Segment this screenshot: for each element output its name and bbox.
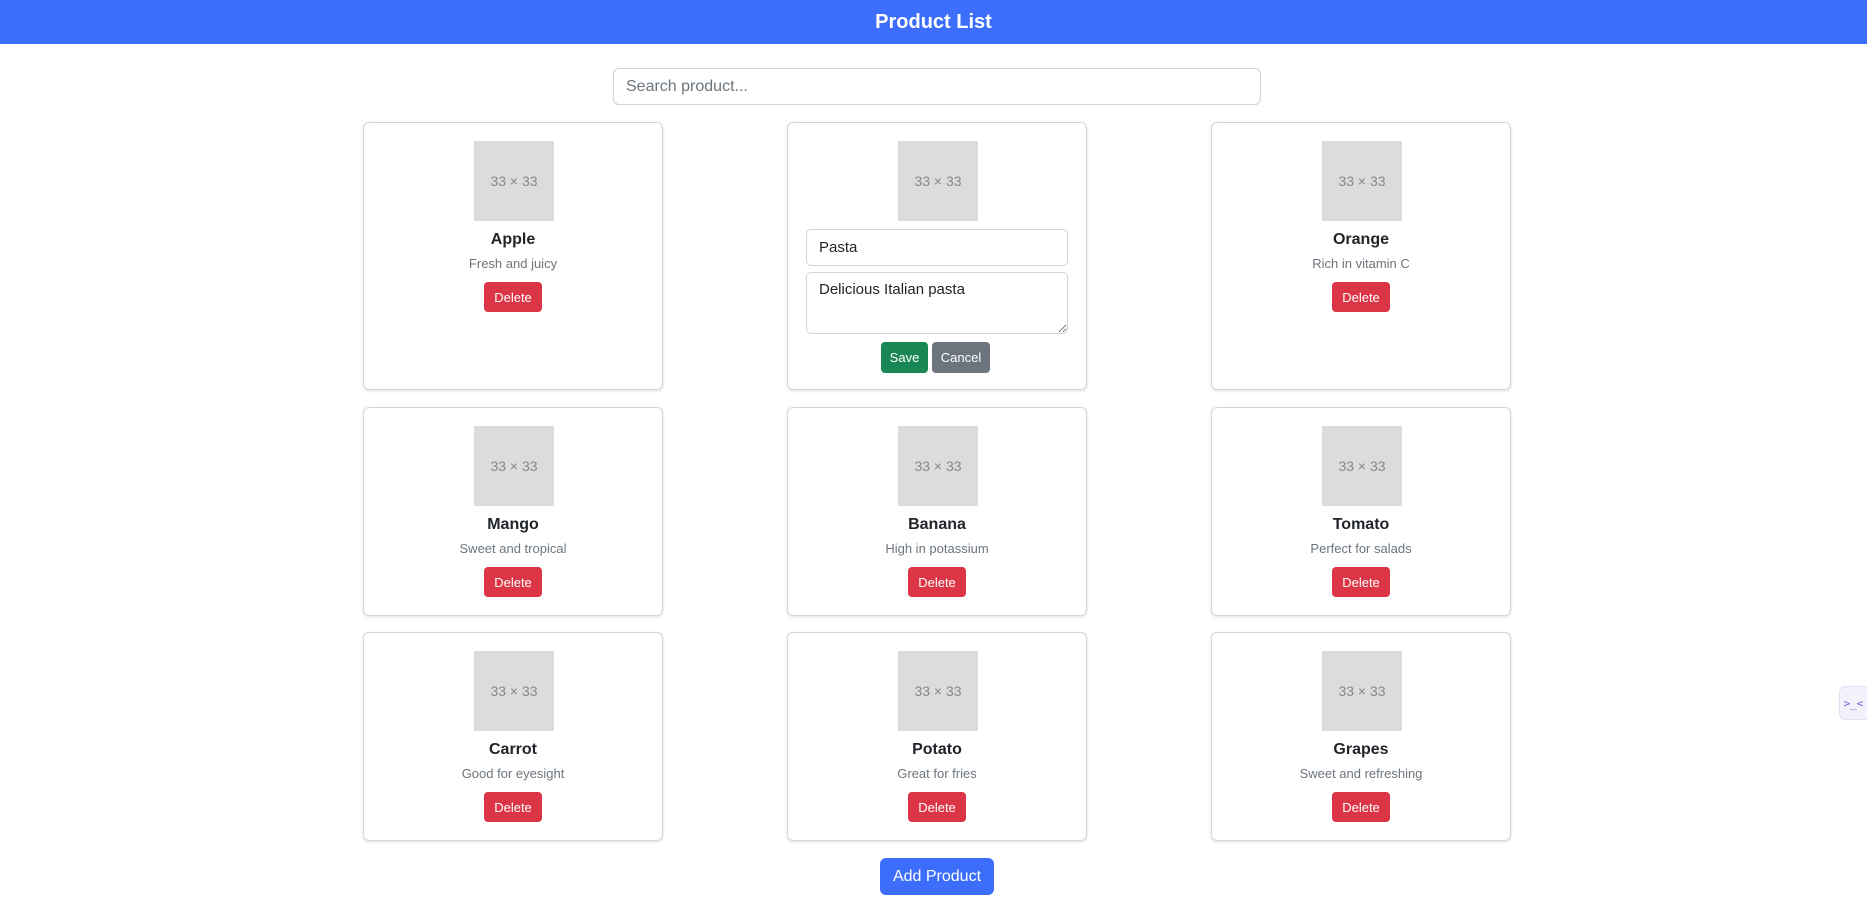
product-description-textarea[interactable]: Delicious Italian pasta xyxy=(806,272,1068,334)
delete-button[interactable]: Delete xyxy=(484,282,542,312)
product-card: 33 × 33 Apple Fresh and juicy Delete xyxy=(363,122,663,390)
page-title: Product List xyxy=(875,10,992,33)
product-image-placeholder: 33 × 33 xyxy=(1322,651,1402,731)
product-card: 33 × 33 Orange Rich in vitamin C Delete xyxy=(1211,122,1511,390)
product-image-placeholder: 33 × 33 xyxy=(898,141,978,221)
delete-button[interactable]: Delete xyxy=(1332,282,1390,312)
product-card: 33 × 33 Banana High in potassium Delete xyxy=(787,407,1087,616)
product-description: Good for eyesight xyxy=(461,766,565,781)
product-description: Rich in vitamin C xyxy=(1312,256,1410,271)
product-name: Orange xyxy=(1332,231,1389,248)
product-card: 33 × 33 Tomato Perfect for salads Delete xyxy=(1211,407,1511,616)
product-card-editing: 33 × 33 Delicious Italian pasta Save Can… xyxy=(787,122,1087,390)
product-name: Tomato xyxy=(1332,516,1390,533)
product-description: High in potassium xyxy=(885,541,989,556)
product-card: 33 × 33 Grapes Sweet and refreshing Dele… xyxy=(1211,632,1511,841)
product-description: Fresh and juicy xyxy=(468,256,558,271)
product-card: 33 × 33 Potato Great for fries Delete xyxy=(787,632,1087,841)
product-name: Apple xyxy=(490,231,536,248)
delete-button[interactable]: Delete xyxy=(1332,567,1390,597)
cancel-button[interactable]: Cancel xyxy=(932,342,990,373)
product-image-placeholder: 33 × 33 xyxy=(474,141,554,221)
product-image-placeholder: 33 × 33 xyxy=(898,651,978,731)
product-image-placeholder: 33 × 33 xyxy=(1322,426,1402,506)
product-image-placeholder: 33 × 33 xyxy=(474,651,554,731)
add-product-button[interactable]: Add Product xyxy=(880,858,994,895)
search-input[interactable] xyxy=(613,68,1261,105)
product-name-input[interactable] xyxy=(806,229,1068,266)
save-button[interactable]: Save xyxy=(881,342,928,373)
terminal-icon[interactable]: >_< xyxy=(1839,686,1867,720)
product-card: 33 × 33 Mango Sweet and tropical Delete xyxy=(363,407,663,616)
product-description: Perfect for salads xyxy=(1310,541,1412,556)
product-description: Sweet and refreshing xyxy=(1299,766,1423,781)
product-card: 33 × 33 Carrot Good for eyesight Delete xyxy=(363,632,663,841)
delete-button[interactable]: Delete xyxy=(484,792,542,822)
product-description: Sweet and tropical xyxy=(459,541,567,556)
delete-button[interactable]: Delete xyxy=(1332,792,1390,822)
product-description: Great for fries xyxy=(897,766,977,781)
product-name: Carrot xyxy=(488,741,537,758)
product-name: Banana xyxy=(908,516,966,533)
product-image-placeholder: 33 × 33 xyxy=(1322,141,1402,221)
delete-button[interactable]: Delete xyxy=(484,567,542,597)
delete-button[interactable]: Delete xyxy=(908,567,966,597)
app-header: Product List xyxy=(0,0,1867,44)
product-name: Potato xyxy=(912,741,962,758)
product-image-placeholder: 33 × 33 xyxy=(898,426,978,506)
product-name: Mango xyxy=(487,516,539,533)
product-image-placeholder: 33 × 33 xyxy=(474,426,554,506)
delete-button[interactable]: Delete xyxy=(908,792,966,822)
product-name: Grapes xyxy=(1333,741,1389,758)
